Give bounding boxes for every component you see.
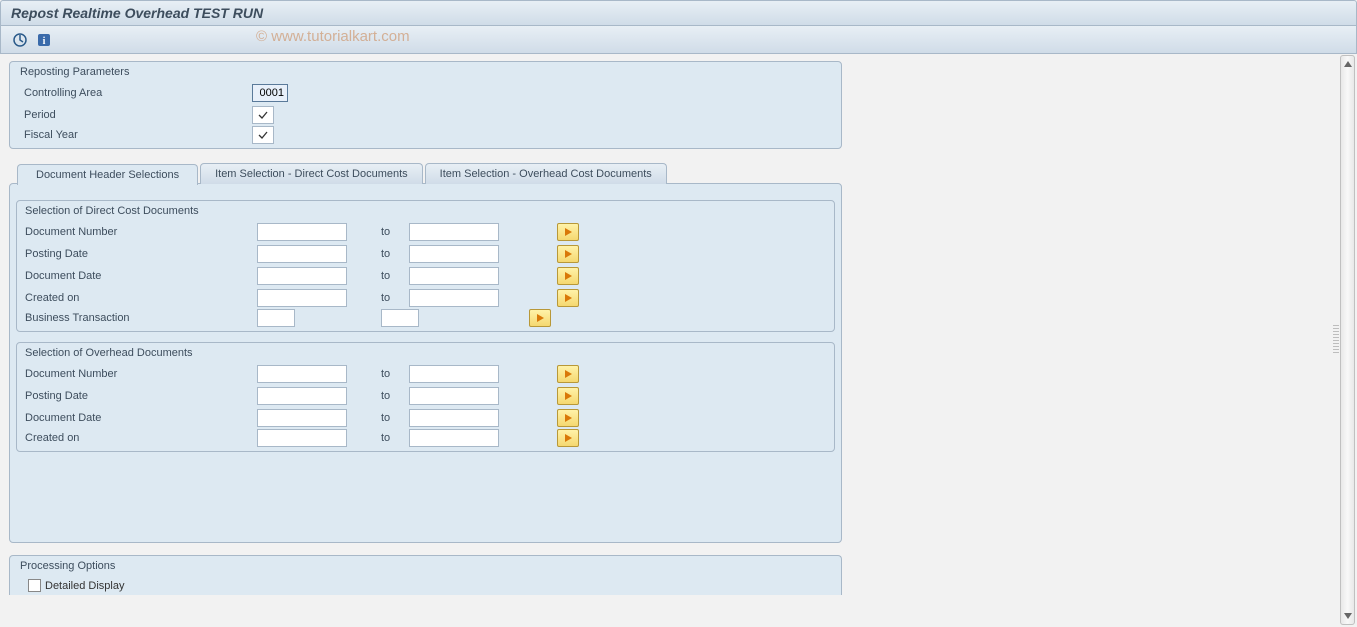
direct-createdon-label: Created on	[25, 292, 257, 304]
scroll-grip-icon	[1333, 325, 1339, 353]
tab-item-direct-cost[interactable]: Item Selection - Direct Cost Documents	[200, 163, 423, 184]
execute-icon[interactable]	[11, 31, 29, 49]
controlling-area-label: Controlling Area	[24, 87, 252, 99]
direct-postdate-from[interactable]	[257, 245, 347, 263]
reposting-parameters-group: Reposting Parameters Controlling Area Pe…	[9, 61, 842, 149]
title-text: Repost Realtime Overhead TEST RUN	[11, 5, 263, 21]
direct-docnum-to[interactable]	[409, 223, 499, 241]
tab-strip: Document Header Selections Item Selectio…	[17, 163, 1339, 184]
overhead-createdon-from[interactable]	[257, 429, 347, 447]
direct-cost-title: Selection of Direct Cost Documents	[17, 201, 834, 221]
info-icon[interactable]: i	[35, 31, 53, 49]
overhead-group: Selection of Overhead Documents Document…	[16, 342, 835, 452]
to-label: to	[347, 412, 409, 424]
overhead-docdate-multi[interactable]	[557, 409, 579, 427]
direct-docdate-multi[interactable]	[557, 267, 579, 285]
direct-postdate-to[interactable]	[409, 245, 499, 263]
overhead-postdate-label: Posting Date	[25, 390, 257, 402]
direct-docdate-label: Document Date	[25, 270, 257, 282]
detailed-display-checkbox[interactable]	[28, 579, 41, 592]
direct-createdon-from[interactable]	[257, 289, 347, 307]
scroll-up-icon[interactable]	[1341, 57, 1354, 71]
period-required-indicator[interactable]	[252, 106, 274, 124]
scroll-down-icon[interactable]	[1341, 609, 1354, 623]
reposting-group-title: Reposting Parameters	[10, 62, 841, 82]
direct-docnum-multi[interactable]	[557, 223, 579, 241]
overhead-createdon-multi[interactable]	[557, 429, 579, 447]
arrow-right-icon	[565, 228, 572, 236]
overhead-docdate-from[interactable]	[257, 409, 347, 427]
direct-biztrans-label: Business Transaction	[25, 312, 257, 324]
to-label: to	[347, 368, 409, 380]
overhead-docnum-label: Document Number	[25, 368, 257, 380]
arrow-right-icon	[565, 414, 572, 422]
to-label: to	[295, 312, 381, 324]
svg-text:i: i	[43, 36, 46, 47]
arrow-right-icon	[565, 392, 572, 400]
direct-biztrans-multi[interactable]	[529, 309, 551, 327]
app-toolbar: i © www.tutorialkart.com	[0, 26, 1357, 54]
to-label: to	[347, 226, 409, 238]
overhead-title: Selection of Overhead Documents	[17, 343, 834, 363]
overhead-postdate-multi[interactable]	[557, 387, 579, 405]
arrow-right-icon	[565, 434, 572, 442]
overhead-postdate-to[interactable]	[409, 387, 499, 405]
overhead-createdon-to[interactable]	[409, 429, 499, 447]
arrow-right-icon	[537, 314, 544, 322]
overhead-docnum-from[interactable]	[257, 365, 347, 383]
window-title: Repost Realtime Overhead TEST RUN	[0, 0, 1357, 26]
tab-item-overhead-cost[interactable]: Item Selection - Overhead Cost Documents	[425, 163, 667, 184]
content-area: Reposting Parameters Controlling Area Pe…	[3, 55, 1339, 624]
overhead-postdate-from[interactable]	[257, 387, 347, 405]
direct-createdon-multi[interactable]	[557, 289, 579, 307]
direct-cost-group: Selection of Direct Cost Documents Docum…	[16, 200, 835, 332]
tab-document-header[interactable]: Document Header Selections	[17, 164, 198, 185]
overhead-createdon-label: Created on	[25, 432, 257, 444]
direct-biztrans-to[interactable]	[381, 309, 419, 327]
fiscal-year-required-indicator[interactable]	[252, 126, 274, 144]
direct-docnum-from[interactable]	[257, 223, 347, 241]
period-label: Period	[24, 109, 252, 121]
fiscal-year-label: Fiscal Year	[24, 129, 252, 141]
controlling-area-input[interactable]	[252, 84, 288, 102]
to-label: to	[347, 270, 409, 282]
tab-panel: Selection of Direct Cost Documents Docum…	[9, 183, 842, 543]
processing-title: Processing Options	[10, 556, 841, 576]
arrow-right-icon	[565, 272, 572, 280]
direct-docdate-to[interactable]	[409, 267, 499, 285]
to-label: to	[347, 248, 409, 260]
vertical-scrollbar[interactable]	[1340, 55, 1355, 625]
direct-createdon-to[interactable]	[409, 289, 499, 307]
arrow-right-icon	[565, 294, 572, 302]
direct-docdate-from[interactable]	[257, 267, 347, 285]
direct-postdate-multi[interactable]	[557, 245, 579, 263]
direct-biztrans-from[interactable]	[257, 309, 295, 327]
to-label: to	[347, 432, 409, 444]
detailed-display-label: Detailed Display	[45, 580, 124, 592]
watermark-text: © www.tutorialkart.com	[256, 28, 410, 45]
to-label: to	[347, 292, 409, 304]
overhead-docnum-to[interactable]	[409, 365, 499, 383]
overhead-docnum-multi[interactable]	[557, 365, 579, 383]
overhead-docdate-to[interactable]	[409, 409, 499, 427]
direct-postdate-label: Posting Date	[25, 248, 257, 260]
processing-options-group: Processing Options Detailed Display	[9, 555, 842, 595]
overhead-docdate-label: Document Date	[25, 412, 257, 424]
arrow-right-icon	[565, 370, 572, 378]
to-label: to	[347, 390, 409, 402]
arrow-right-icon	[565, 250, 572, 258]
direct-docnum-label: Document Number	[25, 226, 257, 238]
